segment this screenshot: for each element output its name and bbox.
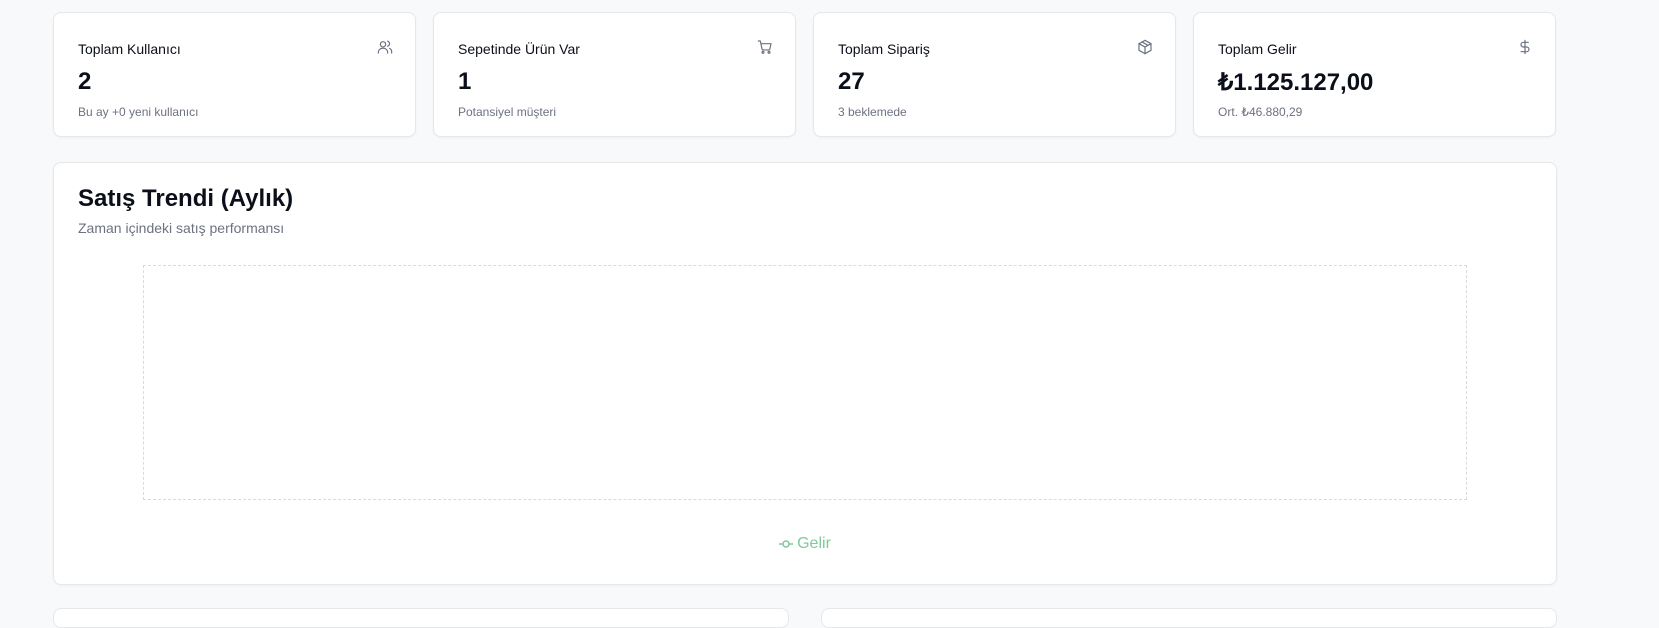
package-icon bbox=[1137, 39, 1153, 55]
stat-value: 2 bbox=[78, 68, 92, 95]
stat-value: 1 bbox=[458, 68, 472, 95]
stat-subtext: Ort. ₺46.880,29 bbox=[1218, 105, 1303, 119]
stat-value: ₺1.125.127,00 bbox=[1218, 69, 1374, 96]
stat-title: Toplam Sipariş bbox=[838, 41, 930, 57]
stat-title: Toplam Gelir bbox=[1218, 41, 1297, 57]
bottom-card-right bbox=[821, 608, 1557, 628]
dollar-sign-icon bbox=[1517, 39, 1533, 55]
stat-card-total-revenue: Toplam Gelir ₺1.125.127,00 Ort. ₺46.880,… bbox=[1193, 12, 1556, 137]
sales-trend-card: Satış Trendi (Aylık) Zaman içindeki satı… bbox=[53, 162, 1557, 585]
bottom-card-left bbox=[53, 608, 789, 628]
stat-value: 27 bbox=[838, 68, 865, 95]
sales-line-chart bbox=[144, 266, 1466, 499]
legend-line-icon bbox=[779, 540, 794, 548]
chart-legend[interactable]: Gelir bbox=[54, 535, 1556, 553]
stat-card-cart: Sepetinde Ürün Var 1 Potansiyel müşteri bbox=[433, 12, 796, 137]
stat-subtext: Potansiyel müşteri bbox=[458, 105, 557, 119]
legend-label: Gelir bbox=[797, 535, 831, 552]
stat-title: Sepetinde Ürün Var bbox=[458, 41, 580, 57]
chart-subtitle: Zaman içindeki satış performansı bbox=[78, 220, 285, 236]
stats-row: Toplam Kullanıcı 2 Bu ay +0 yeni kullanı… bbox=[53, 12, 1557, 137]
stat-card-total-users: Toplam Kullanıcı 2 Bu ay +0 yeni kullanı… bbox=[53, 12, 416, 137]
stat-card-total-orders: Toplam Sipariş 27 3 beklemede bbox=[813, 12, 1176, 137]
stat-title: Toplam Kullanıcı bbox=[78, 41, 181, 57]
shopping-cart-icon bbox=[757, 39, 773, 55]
stat-subtext: 3 beklemede bbox=[838, 105, 907, 119]
stat-subtext: Bu ay +0 yeni kullanıcı bbox=[78, 105, 199, 119]
chart-title: Satış Trendi (Aylık) bbox=[78, 185, 294, 212]
chart-plot-area bbox=[143, 265, 1467, 500]
users-icon bbox=[377, 39, 393, 55]
